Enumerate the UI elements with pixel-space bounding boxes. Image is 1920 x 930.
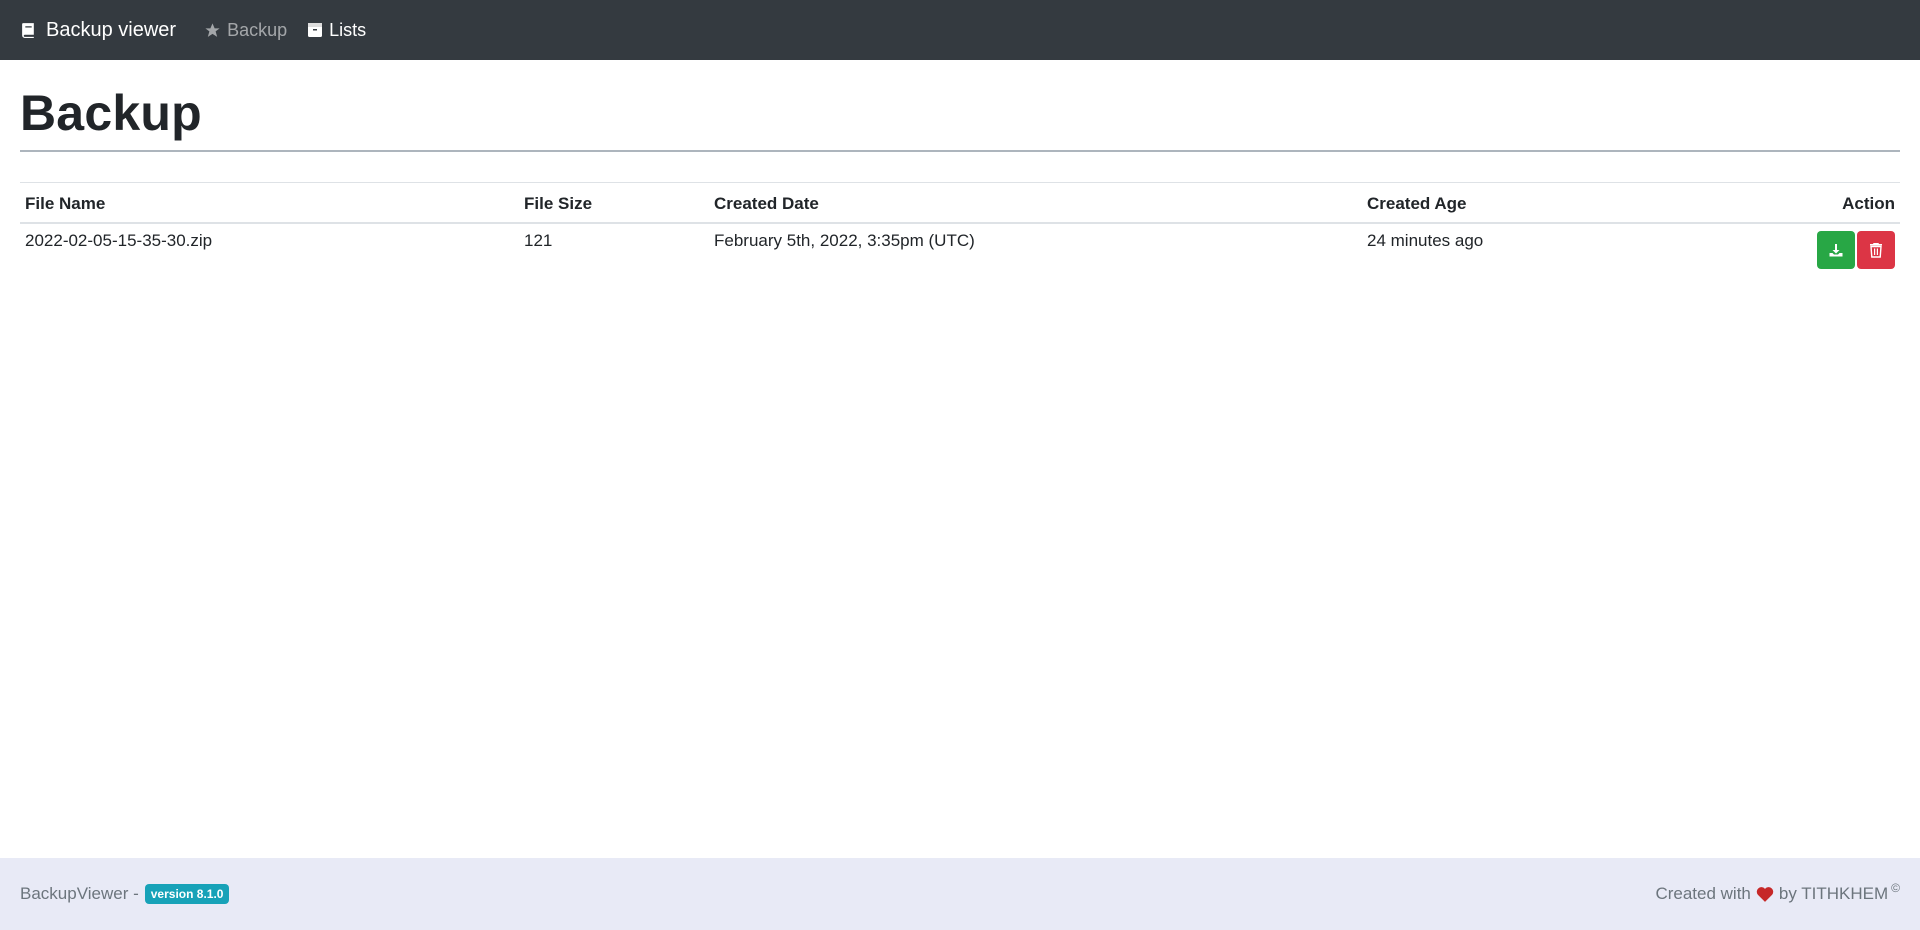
brand-label: Backup viewer (46, 18, 177, 41)
brand-link[interactable]: Backup viewer (20, 19, 176, 42)
backup-table: File Name File Size Created Date Created… (20, 182, 1900, 275)
footer-created-with: Created with (1655, 884, 1751, 903)
table-row: 2022-02-05-15-35-30.zip 121 February 5th… (20, 223, 1900, 275)
footer-left: BackupViewer - version 8.1.0 (20, 884, 230, 904)
cell-created-date: February 5th, 2022, 3:35pm (UTC) (714, 230, 975, 250)
footer: BackupViewer - version 8.1.0 Created wit… (0, 858, 1920, 930)
header-action: Action (1842, 193, 1895, 213)
header-file-size: File Size (524, 193, 593, 213)
cell-file-size: 121 (524, 230, 553, 250)
cell-created-age: 24 minutes ago (1367, 230, 1484, 250)
delete-button[interactable] (1857, 230, 1895, 269)
version-badge: version 8.1.0 (144, 884, 230, 904)
cell-file-name: 2022-02-05-15-35-30.zip (25, 230, 213, 250)
table-header-row: File Name File Size Created Date Created… (20, 182, 1900, 223)
footer-author: by TITHKHEM (1778, 884, 1889, 903)
header-created-age: Created Age (1367, 193, 1467, 213)
header-file-name: File Name (25, 193, 106, 213)
download-icon (1829, 243, 1843, 256)
star-icon (205, 22, 220, 37)
page-title: Backup (20, 85, 202, 141)
title-divider (20, 150, 1900, 152)
copyright-symbol: © (1891, 881, 1900, 895)
footer-right: Created with by TITHKHEM © (1655, 881, 1900, 904)
download-button[interactable] (1817, 230, 1855, 269)
cell-action (1676, 223, 1900, 275)
trash-icon (1870, 242, 1882, 258)
nav-link-label: Lists (329, 19, 367, 40)
top-navbar: Backup viewer Backup Lists (0, 0, 1920, 60)
book-icon (22, 22, 34, 38)
nav-link-backup[interactable]: Backup (204, 20, 287, 41)
nav-link-lists[interactable]: Lists (307, 20, 366, 41)
heart-icon (1756, 886, 1774, 902)
footer-app-name: BackupViewer - (20, 884, 139, 903)
header-created-date: Created Date (714, 193, 819, 213)
main-content: Backup File Name File Size Created Date … (0, 60, 1920, 275)
archive-icon (308, 23, 323, 37)
nav-link-label: Backup (227, 19, 288, 40)
